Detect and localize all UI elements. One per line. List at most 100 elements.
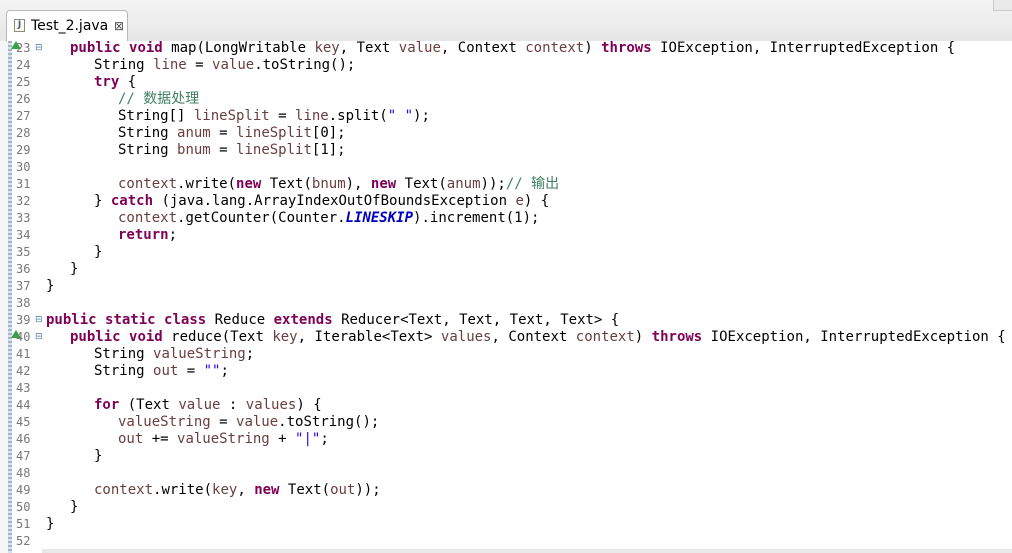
code-token: bnum [311, 176, 346, 192]
line-number: 48 [16, 466, 31, 480]
code-line[interactable]: 30 [0, 159, 1012, 176]
code-token: value [236, 414, 279, 430]
code-line[interactable]: 23 ⊟ public void map(LongWritable key, Tex… [0, 41, 1012, 57]
code-token: String [118, 142, 178, 158]
code-token: ) { [523, 193, 550, 209]
code-token: values [245, 397, 297, 413]
code-token: out [153, 363, 179, 379]
code-line[interactable]: 25 try { [0, 74, 1012, 91]
code-token: ).increment(1); [413, 210, 540, 226]
code-text: String line = value.toString(); [94, 57, 355, 74]
code-token: LINESKIP [345, 210, 414, 226]
code-line[interactable]: 37} [0, 278, 1012, 295]
code-line[interactable]: 49 context.write(key, new Text(out)); [0, 482, 1012, 499]
code-text: } [46, 278, 54, 295]
fold-collapse-icon[interactable]: ⊟ [35, 43, 43, 53]
code-token: ) [634, 329, 652, 345]
code-token: static [105, 312, 156, 328]
code-line[interactable]: 47} [0, 448, 1012, 465]
code-line[interactable]: 51} [0, 516, 1012, 533]
code-line[interactable]: 45 valueString = value.toString(); [0, 414, 1012, 431]
code-line[interactable]: 29 String bnum = lineSplit[1]; [0, 142, 1012, 159]
line-number: 24 [16, 58, 31, 72]
code-token: IOException, InterruptedException { [651, 41, 956, 56]
code-line[interactable]: 24 String line = value.toString(); [0, 57, 1012, 74]
code-text: } [70, 261, 78, 278]
code-token: return [118, 227, 169, 243]
code-line[interactable]: 42 String out = ""; [0, 363, 1012, 380]
code-token: value [398, 41, 441, 56]
code-line[interactable]: 48 [0, 465, 1012, 482]
horizontal-scrollbar[interactable] [42, 549, 1012, 553]
code-line[interactable]: 26 // 数据处理 [0, 91, 1012, 108]
code-token: " " [387, 108, 414, 124]
code-token: new [254, 482, 280, 498]
code-token: new [370, 176, 397, 192]
code-token: } [46, 516, 55, 532]
code-line[interactable]: 52 [0, 533, 1012, 550]
code-token: , Iterable<Text> [297, 329, 441, 345]
code-line[interactable]: 46 out += valueString + "|"; [0, 431, 1012, 448]
code-text: out += valueString + "|"; [118, 431, 329, 448]
code-token: = [210, 125, 237, 141]
code-line[interactable]: 40 ⊟ public void reduce(Text key, Iterable… [0, 329, 1012, 346]
code-line[interactable]: 44 for (Text value : values) { [0, 397, 1012, 414]
code-token: line [153, 57, 187, 73]
code-token: = [186, 57, 213, 73]
code-line[interactable]: 34 return; [0, 227, 1012, 244]
code-token: lineSplit [193, 108, 270, 124]
code-line[interactable]: 36} [0, 261, 1012, 278]
fold-collapse-icon[interactable]: ⊟ [35, 315, 43, 325]
fold-collapse-icon[interactable]: ⊟ [35, 332, 43, 342]
code-token: = [178, 363, 204, 379]
code-line[interactable]: 50} [0, 499, 1012, 516]
code-token: String [94, 346, 154, 362]
code-token: .getCounter(Counter. [177, 210, 346, 226]
close-icon[interactable]: ⊠ [114, 19, 124, 33]
code-line[interactable]: 38 [0, 295, 1012, 312]
code-token: [0]; [311, 125, 346, 141]
code-token: ; [245, 346, 255, 362]
override-marker-icon[interactable] [11, 41, 21, 49]
code-token: ), [345, 176, 371, 192]
code-token: public [70, 329, 121, 345]
code-token: value [212, 57, 255, 73]
code-text: public void reduce(Text key, Iterable<Te… [70, 329, 1006, 346]
code-token: values [440, 329, 492, 345]
code-token: ; [320, 431, 329, 447]
code-token: for [94, 397, 120, 413]
code-token: context [118, 210, 178, 226]
tab-test-2-java[interactable]: J Test_2.java ⊠ [6, 10, 128, 41]
code-token: key [272, 329, 298, 345]
code-token: anum [177, 125, 211, 141]
code-token: (java.lang.ArrayIndexOutOfBoundsExceptio… [153, 193, 516, 209]
code-line[interactable]: 31 context.write(new Text(bnum), new Text… [0, 176, 1012, 193]
code-line[interactable]: 28 String anum = lineSplit[0]; [0, 125, 1012, 142]
code-line[interactable]: 33 context.getCounter(Counter.LINESKIP).i… [0, 210, 1012, 227]
code-line[interactable]: 43 [0, 380, 1012, 397]
code-token: } [94, 193, 111, 209]
code-token: try [94, 74, 120, 90]
code-token: bnum [177, 142, 211, 158]
code-token: out [118, 431, 144, 447]
line-number: 33 [16, 211, 31, 225]
code-token: , Text [339, 41, 399, 56]
code-text: public static class Reduce extends Reduc… [46, 312, 619, 329]
line-number: 35 [16, 245, 31, 259]
code-text: context.write(new Text(bnum), new Text(a… [118, 176, 559, 193]
code-line[interactable]: 32} catch (java.lang.ArrayIndexOutOfBoun… [0, 193, 1012, 210]
code-line[interactable]: 35} [0, 244, 1012, 261]
code-line[interactable]: 27 String[] lineSplit = line.split(" "); [0, 108, 1012, 125]
code-line[interactable]: 41 String valueString; [0, 346, 1012, 363]
code-text: } [70, 499, 78, 516]
code-token: ); [413, 108, 430, 124]
code-token: void [129, 41, 163, 56]
code-token: context [94, 482, 154, 498]
code-editor[interactable]: 23 ⊟ public void map(LongWritable key, Tex… [0, 41, 1012, 553]
override-marker-icon[interactable] [11, 330, 21, 338]
code-token: (Text [119, 397, 179, 413]
code-line[interactable]: 39 ⊟ public static class Reduce extends Re… [0, 312, 1012, 329]
line-number: 41 [16, 347, 31, 361]
